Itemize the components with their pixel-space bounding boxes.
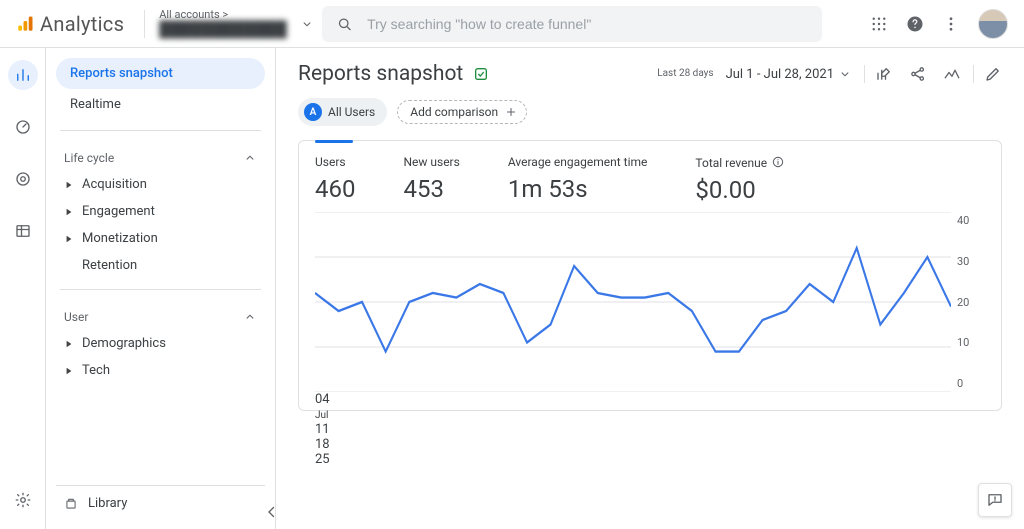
- main-content: Reports snapshot Last 28 days Jul 1 - Ju…: [276, 48, 1024, 529]
- x-tick-label: 04Jul: [315, 392, 951, 422]
- date-range-label: Last 28 days: [657, 69, 713, 79]
- verified-badge-icon: [473, 66, 489, 82]
- rail-settings[interactable]: [8, 485, 38, 515]
- rail-explore[interactable]: [8, 112, 38, 142]
- sidebar-library[interactable]: Library: [56, 485, 265, 521]
- chevron-up-icon: [243, 151, 257, 165]
- y-tick-label: 10: [957, 336, 969, 349]
- chip-add-comparison[interactable]: Add comparison: [397, 100, 527, 124]
- customize-report-button[interactable]: [875, 65, 893, 83]
- date-range-picker[interactable]: Jul 1 - Jul 28, 2021: [726, 67, 852, 82]
- page-header: Reports snapshot Last 28 days Jul 1 - Ju…: [298, 62, 1002, 86]
- chart-edit-icon: [875, 65, 893, 83]
- search-input[interactable]: [365, 15, 808, 33]
- y-tick-label: 40: [957, 214, 969, 227]
- chip-add-label: Add comparison: [410, 105, 498, 119]
- divider: [60, 289, 261, 290]
- sidebar-item-reports-snapshot[interactable]: Reports snapshot: [56, 58, 265, 89]
- app-shell: Reports snapshotRealtime Life cycleAcqui…: [0, 48, 1024, 529]
- sidebar-item[interactable]: Monetization: [56, 225, 265, 252]
- y-tick-label: 0: [957, 377, 963, 390]
- chip-badge: A: [304, 103, 322, 121]
- account-picker-line1: All accounts >: [159, 9, 287, 20]
- sidebar-item-realtime[interactable]: Realtime: [56, 89, 265, 120]
- triangle-right-icon: [65, 208, 73, 216]
- spark-icon: [943, 65, 961, 83]
- x-tick-label: 11: [315, 422, 951, 437]
- feedback-button[interactable]: [978, 483, 1012, 517]
- gauge-icon: [14, 118, 32, 136]
- search-bar[interactable]: [322, 6, 822, 42]
- chevron-down-icon: [300, 17, 314, 31]
- section-header[interactable]: Life cycle: [56, 141, 265, 171]
- sidebar-item[interactable]: Retention: [56, 252, 265, 279]
- rail-advertising[interactable]: [8, 164, 38, 194]
- triangle-right-icon: [65, 340, 73, 348]
- y-tick-label: 30: [957, 255, 969, 268]
- apps-grid-icon[interactable]: [870, 15, 888, 33]
- date-range-value: Jul 1 - Jul 28, 2021: [726, 67, 834, 82]
- pencil-icon: [984, 65, 1002, 83]
- y-tick-label: 20: [957, 296, 969, 309]
- overview-card: Users460 New users453 Average engagement t…: [298, 140, 1002, 411]
- divider: [60, 130, 261, 131]
- share-button[interactable]: [909, 65, 927, 83]
- plus-icon: [504, 105, 518, 119]
- chevron-up-icon: [243, 310, 257, 324]
- sidebar-item[interactable]: Tech: [56, 357, 265, 384]
- chip-all-users[interactable]: A All Users: [298, 98, 387, 126]
- rail-configure[interactable]: [8, 216, 38, 246]
- chevron-down-icon: [838, 67, 852, 81]
- feedback-icon: [986, 491, 1004, 509]
- left-sidebar: Reports snapshotRealtime Life cycleAcqui…: [46, 48, 276, 529]
- gear-icon: [14, 491, 32, 509]
- triangle-right-icon: [65, 181, 73, 189]
- sidebar-item[interactable]: Engagement: [56, 198, 265, 225]
- sidebar-item[interactable]: Demographics: [56, 330, 265, 357]
- divider: [144, 10, 145, 38]
- chip-label: All Users: [328, 105, 375, 119]
- table-icon: [14, 222, 32, 240]
- search-icon: [336, 15, 353, 33]
- top-app-bar: Analytics All accounts > ████████████: [0, 0, 1024, 48]
- account-picker[interactable]: All accounts > ████████████: [159, 9, 314, 38]
- metric-total-revenue[interactable]: Total revenue$0.00: [695, 155, 785, 204]
- overview-chart: 04Jul111825 403020100: [315, 212, 985, 392]
- page-title: Reports snapshot: [298, 62, 463, 86]
- target-icon: [14, 170, 32, 188]
- active-metric-indicator: [315, 140, 353, 143]
- x-tick-label: 25: [315, 452, 951, 467]
- triangle-right-icon: [65, 367, 73, 375]
- account-avatar[interactable]: [978, 9, 1008, 39]
- more-vert-icon[interactable]: [942, 15, 960, 33]
- metric-new-users[interactable]: New users453: [403, 155, 459, 204]
- rail-reports[interactable]: [8, 60, 38, 90]
- info-icon: [771, 155, 785, 169]
- top-actions: [870, 9, 1014, 39]
- bar-chart-icon: [14, 66, 32, 84]
- comparison-chips: A All Users Add comparison: [298, 98, 1002, 126]
- x-tick-label: 18: [315, 437, 951, 452]
- insights-button[interactable]: [943, 65, 961, 83]
- section-header[interactable]: User: [56, 300, 265, 330]
- brand-name: Analytics: [40, 12, 124, 36]
- share-icon: [909, 65, 927, 83]
- analytics-logo-icon: [16, 15, 34, 33]
- library-icon: [64, 497, 78, 511]
- help-icon[interactable]: [906, 15, 924, 33]
- metric-average-engagement-time[interactable]: Average engagement time1m 53s: [508, 155, 648, 204]
- left-icon-rail: [0, 48, 46, 529]
- product-logo[interactable]: Analytics: [10, 12, 130, 36]
- account-picker-line2: ████████████: [159, 20, 287, 38]
- metric-users[interactable]: Users460: [315, 155, 355, 204]
- triangle-right-icon: [65, 235, 73, 243]
- library-label: Library: [88, 496, 127, 511]
- sidebar-item[interactable]: Acquisition: [56, 171, 265, 198]
- edit-button[interactable]: [984, 65, 1002, 83]
